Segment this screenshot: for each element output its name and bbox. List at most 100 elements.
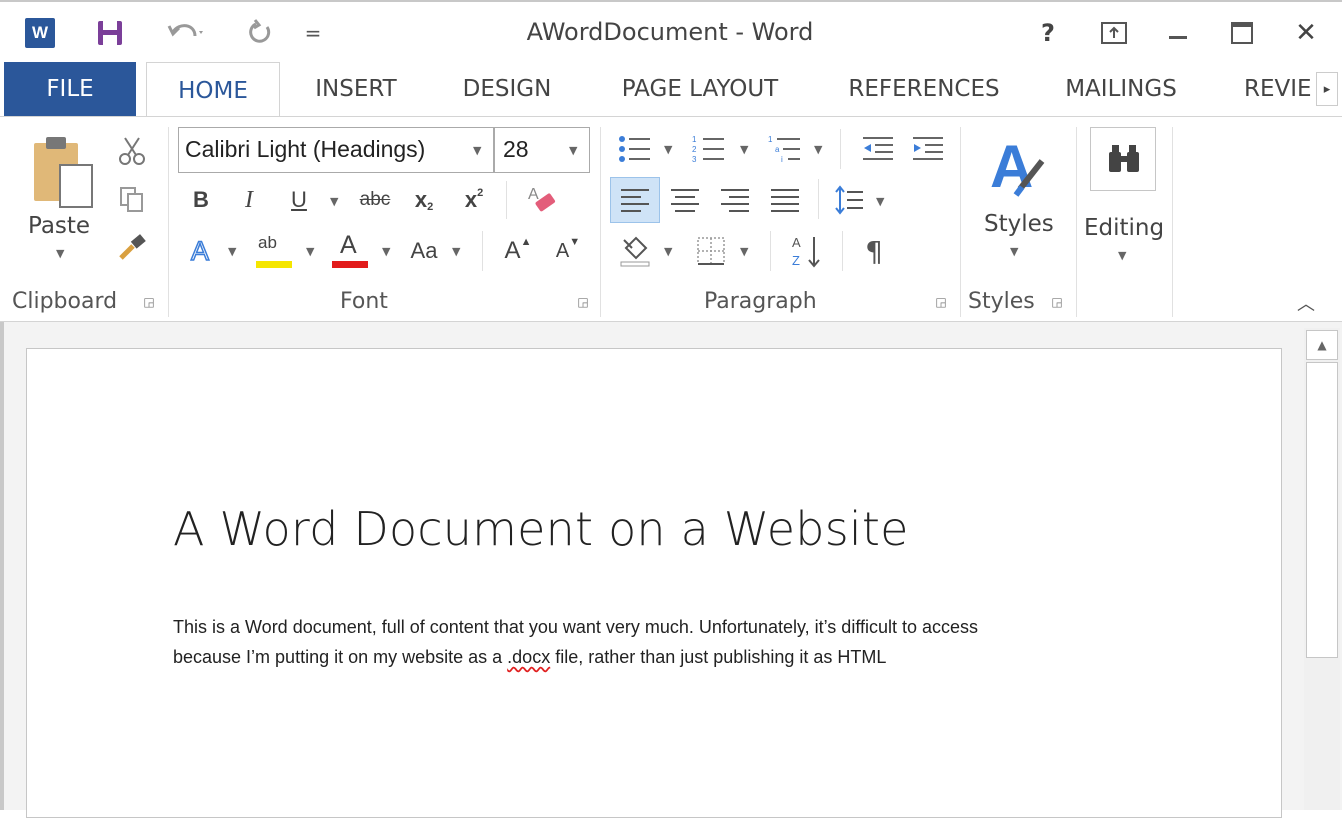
misspelled-word[interactable]: .docx [507, 647, 550, 667]
tab-design[interactable]: DESIGN [446, 62, 568, 116]
group-divider [1076, 127, 1077, 317]
font-size-combobox[interactable]: 28 ▼ [494, 127, 590, 173]
multilevel-list-button[interactable]: 1ai [762, 129, 808, 169]
svg-text:1: 1 [768, 135, 773, 144]
italic-button[interactable]: I [230, 181, 268, 219]
scrollbar-thumb[interactable] [1306, 362, 1338, 658]
minimize-button[interactable] [1156, 14, 1200, 52]
paragraph-dialog-launcher[interactable]: ◲ [932, 293, 950, 311]
shrink-font-button[interactable]: A ▼ [550, 231, 586, 271]
line-spacing-button[interactable] [828, 177, 872, 223]
tab-page-layout[interactable]: PAGE LAYOUT [600, 62, 800, 116]
superscript-button[interactable]: x2 [454, 181, 494, 219]
tab-home[interactable]: HOME [146, 62, 280, 118]
tabs-scroll-right-button[interactable]: ▸ [1316, 72, 1338, 106]
highlight-dropdown-icon[interactable]: ▼ [306, 245, 314, 258]
text-effects-button[interactable]: A [182, 231, 218, 271]
svg-text:2: 2 [692, 145, 697, 154]
copy-button[interactable] [112, 179, 152, 219]
align-right-button[interactable] [712, 177, 758, 223]
tab-mailings[interactable]: MAILINGS [1046, 62, 1196, 116]
cut-button[interactable] [112, 131, 152, 171]
numbering-button[interactable]: 123 [686, 129, 732, 169]
document-paragraph-line-1[interactable]: This is a Word document, full of content… [173, 617, 978, 638]
styles-button[interactable]: A Styles ▼ [972, 127, 1062, 277]
svg-text:i: i [781, 155, 783, 164]
tab-file[interactable]: FILE [4, 62, 136, 116]
font-color-button[interactable]: A [330, 229, 374, 273]
font-name-value: Calibri Light (Headings) [185, 136, 426, 162]
title-bar: W = AWordDocument - Word ? ✕ [0, 0, 1342, 62]
strikethrough-button[interactable]: abc [352, 181, 398, 219]
document-paragraph-line-2[interactable]: because I’m putting it on my website as … [173, 647, 886, 668]
scissors-icon [119, 137, 145, 165]
clipboard-dialog-launcher[interactable]: ◲ [140, 293, 158, 311]
editing-button[interactable]: Editing ▼ [1082, 125, 1168, 275]
align-left-button[interactable] [610, 177, 660, 223]
borders-button[interactable] [688, 229, 734, 273]
paint-bucket-icon [620, 236, 650, 267]
increase-indent-icon [913, 137, 943, 160]
tab-review[interactable]: REVIE [1228, 62, 1316, 116]
document-heading[interactable]: A Word Document on a Website [173, 502, 909, 556]
maximize-button[interactable] [1220, 14, 1264, 52]
ribbon: Paste ▼ Clipboard ◲ Calibri Light (Headi… [0, 116, 1342, 322]
bullets-dropdown-icon[interactable]: ▼ [664, 143, 672, 156]
document-page[interactable] [26, 348, 1282, 818]
change-case-button[interactable]: Aa [402, 231, 446, 271]
styles-icon: A [990, 133, 1045, 200]
grow-font-button[interactable]: A ▲ [500, 231, 536, 271]
underline-button[interactable]: U [280, 181, 318, 219]
highlight-button[interactable]: ab [254, 229, 298, 273]
help-button[interactable]: ? [1026, 14, 1070, 52]
word-app-icon[interactable]: W [18, 14, 62, 52]
line-spacing-dropdown-icon[interactable]: ▼ [876, 195, 884, 208]
align-center-button[interactable] [662, 177, 708, 223]
divider [506, 181, 507, 219]
save-button[interactable] [88, 14, 132, 52]
decrease-indent-icon [863, 137, 893, 160]
group-divider [960, 127, 961, 317]
scroll-up-button[interactable]: ▲ [1306, 330, 1338, 360]
format-painter-button[interactable] [112, 227, 152, 267]
change-case-dropdown-icon[interactable]: ▼ [452, 245, 460, 258]
underline-dropdown-icon[interactable]: ▼ [330, 195, 338, 208]
group-divider [168, 127, 169, 317]
bold-button[interactable]: B [182, 181, 220, 219]
dialog-launcher-icon: ◲ [577, 295, 589, 309]
font-dialog-launcher[interactable]: ◲ [574, 293, 592, 311]
text-effects-dropdown-icon[interactable]: ▼ [228, 245, 236, 258]
svg-text:a: a [775, 145, 780, 154]
increase-indent-button[interactable] [906, 129, 950, 169]
tab-insert[interactable]: INSERT [300, 62, 412, 116]
paste-button[interactable]: Paste ▼ [22, 131, 106, 271]
customize-quick-access-button[interactable]: = [296, 14, 330, 52]
paste-dropdown-icon: ▼ [56, 247, 65, 260]
numbering-dropdown-icon[interactable]: ▼ [740, 143, 748, 156]
bullets-button[interactable] [612, 129, 658, 169]
show-formatting-marks-button[interactable]: ¶ [852, 229, 896, 273]
vertical-scrollbar[interactable]: ▲ [1304, 328, 1340, 810]
pilcrow-icon: ¶ [865, 234, 883, 268]
styles-dialog-launcher[interactable]: ◲ [1048, 293, 1066, 311]
shading-dropdown-icon[interactable]: ▼ [664, 245, 672, 258]
eraser-icon: A [528, 186, 556, 212]
borders-dropdown-icon[interactable]: ▼ [740, 245, 748, 258]
divider [842, 231, 843, 271]
shading-button[interactable] [612, 229, 658, 273]
font-name-combobox[interactable]: Calibri Light (Headings) ▼ [178, 127, 494, 173]
subscript-button[interactable]: x2 [404, 181, 444, 219]
ribbon-display-options-button[interactable] [1092, 14, 1136, 52]
tab-references[interactable]: REFERENCES [834, 62, 1014, 116]
decrease-indent-button[interactable] [856, 129, 900, 169]
collapse-ribbon-button[interactable]: ︿ [1292, 289, 1320, 317]
redo-button[interactable] [238, 14, 282, 52]
multilevel-list-dropdown-icon[interactable]: ▼ [814, 143, 822, 156]
font-color-bar [332, 261, 368, 268]
sort-button[interactable]: AZ [784, 229, 830, 273]
font-color-dropdown-icon[interactable]: ▼ [382, 245, 390, 258]
undo-button[interactable] [150, 14, 220, 52]
close-button[interactable]: ✕ [1284, 14, 1328, 52]
justify-button[interactable] [762, 177, 808, 223]
clear-formatting-button[interactable]: A [518, 179, 564, 221]
